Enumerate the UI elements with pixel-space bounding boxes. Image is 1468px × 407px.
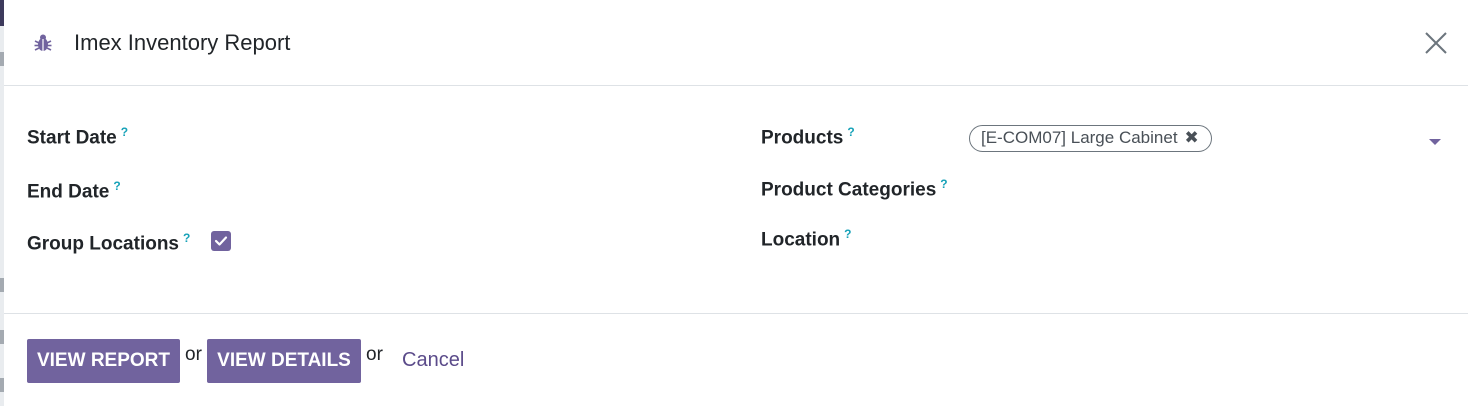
location-label-text: Location [761, 229, 841, 251]
dialog-header: Imex Inventory Report [4, 0, 1468, 86]
group-locations-label: Group Locations? [27, 231, 190, 255]
location-label: Location? [761, 227, 852, 251]
group-locations-label-text: Group Locations [27, 233, 179, 255]
end-date-label-text: End Date [27, 181, 110, 203]
dialog-title: Imex Inventory Report [74, 30, 291, 55]
products-label-text: Products [761, 127, 844, 149]
bug-icon[interactable] [34, 33, 52, 53]
products-help-icon[interactable]: ? [847, 125, 854, 139]
products-label: Products? [761, 125, 855, 149]
start-date-label: Start Date? [27, 125, 128, 149]
end-date-label: End Date? [27, 179, 121, 203]
group-locations-help-icon[interactable]: ? [183, 231, 190, 245]
imex-inventory-report-dialog: Imex Inventory Report Start Date? End Da… [4, 0, 1468, 406]
products-dropdown-toggle[interactable] [1429, 139, 1441, 145]
start-date-help-icon[interactable]: ? [121, 125, 128, 139]
product-categories-label: Product Categories? [761, 177, 948, 201]
product-categories-label-text: Product Categories [761, 179, 937, 201]
dialog-body: Start Date? End Date? Group Locations? P… [4, 86, 1468, 313]
remove-tag-icon[interactable]: ✖ [1185, 126, 1199, 150]
product-categories-help-icon[interactable]: ? [940, 177, 947, 191]
dialog-footer: VIEW REPORT or VIEW DETAILS or Cancel [4, 313, 1468, 407]
close-icon[interactable] [1422, 29, 1450, 57]
view-details-button[interactable]: VIEW DETAILS [207, 339, 361, 383]
cancel-link[interactable]: Cancel [402, 349, 464, 372]
end-date-help-icon[interactable]: ? [113, 179, 120, 193]
view-report-button[interactable]: VIEW REPORT [27, 339, 180, 383]
or-separator: or [185, 344, 202, 365]
product-tag-label: [E-COM07] Large Cabinet [981, 128, 1178, 147]
checkmark-icon [214, 236, 228, 246]
location-help-icon[interactable]: ? [844, 227, 851, 241]
product-tag: [E-COM07] Large Cabinet ✖ [969, 125, 1212, 152]
or-separator: or [366, 344, 383, 365]
group-locations-checkbox[interactable] [211, 231, 231, 251]
start-date-label-text: Start Date [27, 127, 117, 149]
